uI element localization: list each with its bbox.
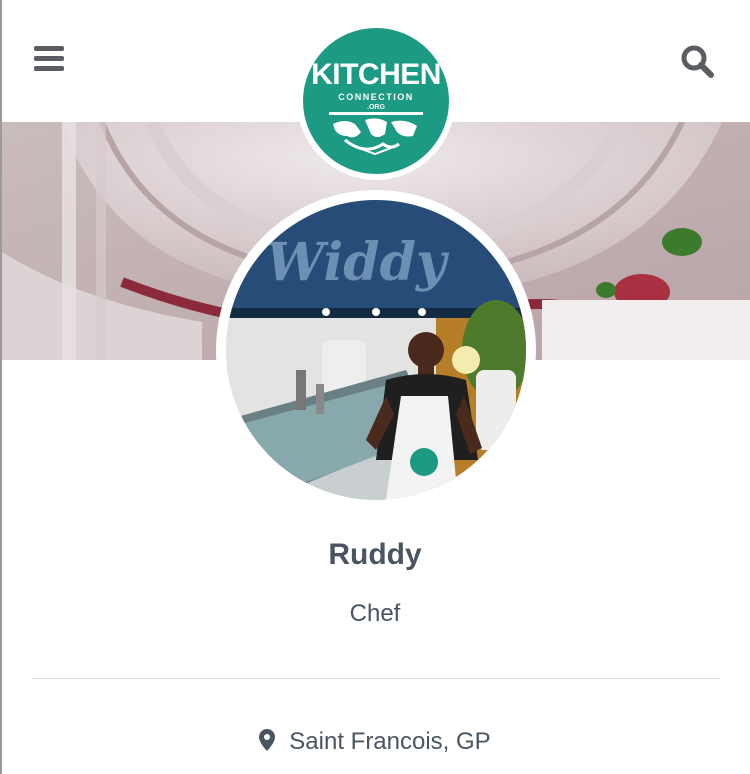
logo-badge: KITCHEN CONNECTION .ORG: [303, 28, 449, 174]
search-icon[interactable]: [680, 44, 716, 80]
site-logo[interactable]: KITCHEN CONNECTION .ORG: [297, 22, 455, 180]
globe-icon: [329, 112, 423, 156]
svg-text:Widdy: Widdy: [266, 232, 450, 293]
profile-name: Ruddy: [328, 538, 422, 571]
location-text: Saint Francois, GP: [289, 728, 491, 755]
profile-role: Chef: [349, 600, 401, 627]
section-divider: [32, 678, 720, 679]
logo-text-connection: CONNECTION: [338, 92, 414, 102]
logo-text-kitchen: KITCHEN: [311, 58, 441, 91]
avatar-photo: Widdy: [226, 200, 526, 500]
map-pin-icon: [259, 729, 276, 758]
hamburger-menu-icon[interactable]: [34, 46, 66, 74]
profile-avatar[interactable]: Widdy: [216, 190, 536, 510]
frame-left-border: [0, 0, 2, 774]
profile-location: Saint Francois, GP: [0, 728, 750, 758]
